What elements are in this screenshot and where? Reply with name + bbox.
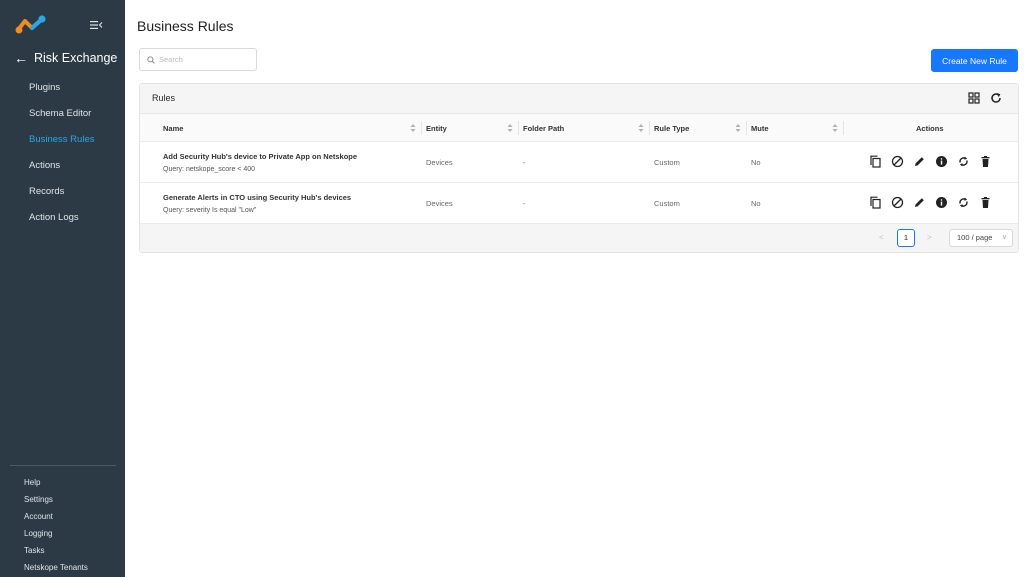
card-title: Rules [152, 93, 176, 103]
rules-card: Rules Name Entity Folder Path Rule Type … [139, 83, 1019, 253]
column-header-rule-type[interactable]: Rule Type [654, 124, 689, 133]
grid-view-icon[interactable] [968, 92, 980, 104]
sidebar: ← Risk Exchange Plugins Schema Editor Bu… [0, 0, 125, 577]
column-header-folder-path[interactable]: Folder Path [523, 124, 564, 133]
column-header-name[interactable]: Name [163, 124, 183, 133]
search-input[interactable] [159, 55, 249, 64]
card-header: Rules [140, 84, 1018, 114]
back-to-risk-exchange[interactable]: ← Risk Exchange [14, 50, 117, 66]
rule-name-cell: Generate Alerts in CTO using Security Hu… [163, 193, 351, 214]
sidebar-nav: Plugins Schema Editor Business Rules Act… [0, 78, 125, 234]
table-row: Generate Alerts in CTO using Security Hu… [140, 183, 1018, 224]
column-divider [518, 121, 519, 135]
sidebar-item-settings[interactable]: Settings [0, 493, 125, 510]
pagination-next-button[interactable]: > [927, 233, 932, 242]
search-box[interactable] [139, 48, 257, 71]
column-divider [421, 121, 422, 135]
delete-icon[interactable] [979, 196, 992, 209]
netskope-logo-icon[interactable] [15, 14, 51, 36]
search-icon [147, 55, 155, 64]
row-actions [869, 196, 992, 209]
rule-query: Query: severity Is equal "Low" [163, 207, 257, 214]
sidebar-item-tasks[interactable]: Tasks [0, 544, 125, 561]
sidebar-item-business-rules[interactable]: Business Rules [0, 130, 125, 156]
sidebar-item-plugins[interactable]: Plugins [0, 78, 125, 104]
column-divider [746, 121, 747, 135]
column-divider [649, 121, 650, 135]
copy-icon[interactable] [869, 155, 882, 168]
rule-name-cell: Add Security Hub's device to Private App… [163, 152, 357, 173]
rule-folder-path: - [523, 158, 526, 167]
disable-icon[interactable] [891, 196, 904, 209]
table-row: Add Security Hub's device to Private App… [140, 142, 1018, 183]
rule-mute: No [751, 158, 761, 167]
delete-icon[interactable] [979, 155, 992, 168]
sidebar-item-account[interactable]: Account [0, 510, 125, 527]
sidebar-item-logging[interactable]: Logging [0, 527, 125, 544]
rule-mute: No [751, 199, 761, 208]
sidebar-item-schema-editor[interactable]: Schema Editor [0, 104, 125, 130]
sort-icon[interactable] [735, 123, 741, 133]
edit-icon[interactable] [913, 196, 926, 209]
sort-icon[interactable] [832, 123, 838, 133]
create-new-rule-button[interactable]: Create New Rule [931, 49, 1018, 72]
rule-entity: Devices [426, 199, 453, 208]
page-title: Business Rules [137, 18, 234, 34]
rule-entity: Devices [426, 158, 453, 167]
column-header-mute[interactable]: Mute [751, 124, 769, 133]
chevron-down-icon: ∨ [1001, 234, 1007, 241]
sidebar-bottom-nav: Help Settings Account Logging Tasks Nets… [0, 476, 125, 577]
rule-query: Query: netskope_score < 400 [163, 166, 256, 173]
column-header-actions: Actions [916, 124, 944, 133]
sidebar-item-records[interactable]: Records [0, 182, 125, 208]
info-icon[interactable] [935, 155, 948, 168]
row-actions [869, 155, 992, 168]
sidebar-item-netskope-tenants[interactable]: Netskope Tenants [0, 561, 125, 577]
copy-icon[interactable] [869, 196, 882, 209]
arrow-left-icon: ← [14, 50, 28, 66]
page-size-value: 100 / page [957, 233, 993, 242]
refresh-icon[interactable] [990, 92, 1002, 104]
menu-collapse-icon[interactable] [89, 18, 103, 32]
sync-icon[interactable] [957, 196, 970, 209]
sync-icon[interactable] [957, 155, 970, 168]
rule-name[interactable]: Generate Alerts in CTO using Security Hu… [163, 193, 351, 202]
disable-icon[interactable] [891, 155, 904, 168]
sort-icon[interactable] [507, 123, 513, 133]
pagination-bar: < 1 > 100 / page ∨ [140, 224, 1018, 252]
sidebar-item-help[interactable]: Help [0, 476, 125, 493]
table-header: Name Entity Folder Path Rule Type Mute A… [140, 114, 1018, 142]
edit-icon[interactable] [913, 155, 926, 168]
info-icon[interactable] [935, 196, 948, 209]
sidebar-item-action-logs[interactable]: Action Logs [0, 208, 125, 234]
page-size-select[interactable]: 100 / page ∨ [949, 229, 1013, 247]
sidebar-divider [10, 465, 116, 466]
rule-folder-path: - [523, 199, 526, 208]
rule-name[interactable]: Add Security Hub's device to Private App… [163, 152, 357, 161]
column-header-entity[interactable]: Entity [426, 124, 447, 133]
rule-type: Custom [654, 158, 680, 167]
sidebar-title: Risk Exchange [34, 51, 118, 65]
pagination-prev-button[interactable]: < [879, 233, 884, 242]
sort-icon[interactable] [410, 123, 416, 133]
rule-type: Custom [654, 199, 680, 208]
column-divider [843, 121, 844, 135]
sidebar-item-actions[interactable]: Actions [0, 156, 125, 182]
pagination-page-1[interactable]: 1 [897, 229, 915, 247]
sort-icon[interactable] [638, 123, 644, 133]
